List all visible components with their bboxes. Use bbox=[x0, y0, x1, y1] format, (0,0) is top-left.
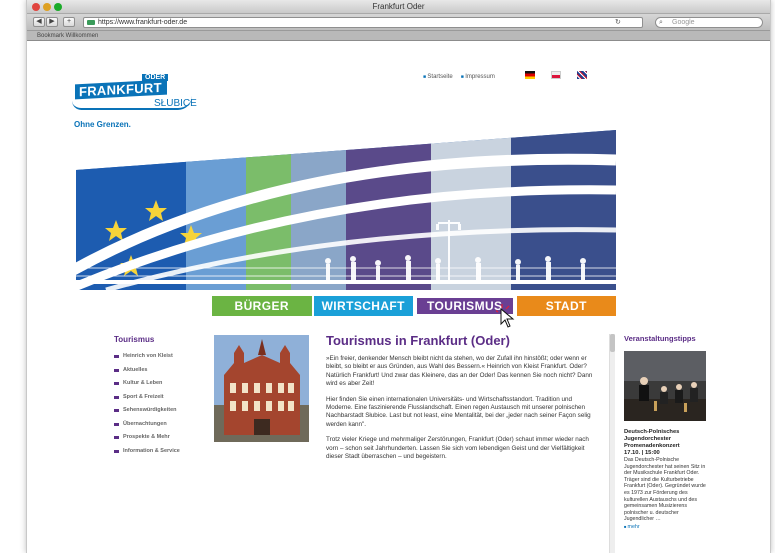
content-paragraph: Trotz vieler Kriege und mehrmaliger Zers… bbox=[326, 436, 589, 461]
polish-flag-icon[interactable] bbox=[551, 71, 561, 79]
sidebar-item-prospekte-mehr[interactable]: Prospekte & Mehr bbox=[114, 434, 224, 448]
browser-toolbar: ◀ ▶ + https://www.frankfurt-oder.de ↻ ⌕ … bbox=[27, 14, 770, 31]
bookmark-item[interactable]: Bookmark Willkommen bbox=[33, 32, 143, 41]
title-bar: Frankfurt Oder bbox=[27, 0, 770, 14]
web-page: ODER FRANKFURT SŁUBICE Ohne Grenzen. Sta… bbox=[27, 42, 770, 553]
search-icon: ⌕ bbox=[659, 19, 663, 26]
header-banner bbox=[76, 130, 616, 290]
reload-icon[interactable]: ↻ bbox=[615, 18, 621, 26]
top-links: Startseite Impressum bbox=[423, 74, 495, 80]
event-more-link[interactable]: mehr bbox=[624, 524, 706, 530]
address-bar[interactable]: https://www.frankfurt-oder.de bbox=[83, 17, 643, 28]
content-paragraph: »Ein freier, denkender Mensch bleibt nic… bbox=[326, 355, 593, 388]
sidebar-item-aktuelles[interactable]: Aktuelles bbox=[114, 367, 224, 381]
back-button[interactable]: ◀ bbox=[33, 17, 45, 27]
sidebar-item-information-service[interactable]: Information & Service bbox=[114, 448, 224, 462]
language-switcher bbox=[525, 71, 587, 79]
german-flag-icon[interactable] bbox=[525, 71, 535, 79]
banner-image bbox=[76, 130, 616, 290]
content-heading: Tourismus in Frankfurt (Oder) bbox=[326, 333, 510, 348]
search-field[interactable]: ⌕ Google bbox=[655, 17, 763, 28]
link-startseite[interactable]: Startseite bbox=[423, 74, 452, 80]
mouse-cursor-icon bbox=[496, 304, 515, 328]
plus-icon: + bbox=[66, 18, 72, 25]
window-title: Frankfurt Oder bbox=[372, 2, 425, 11]
events-title: Veranstaltungstipps bbox=[624, 334, 696, 343]
logo-slubice: SŁUBICE bbox=[154, 98, 197, 109]
bookmarks-bar: Bookmark Willkommen bbox=[27, 31, 770, 41]
url-text: https://www.frankfurt-oder.de bbox=[98, 19, 188, 26]
search-placeholder: Google bbox=[672, 19, 695, 26]
main-content: Tourismus in Frankfurt (Oder) »Ein freie… bbox=[326, 333, 599, 468]
browser-window: Frankfurt Oder ◀ ▶ + https://www.frankfu… bbox=[26, 0, 771, 553]
english-flag-icon[interactable] bbox=[577, 71, 587, 79]
site-icon bbox=[87, 20, 95, 25]
nav-stadt[interactable]: STADT bbox=[516, 296, 616, 316]
link-impressum[interactable]: Impressum bbox=[461, 74, 495, 80]
nav-buerger[interactable]: BÜRGER bbox=[212, 296, 312, 316]
sidebar-item-uebernachtungen[interactable]: Übernachtungen bbox=[114, 421, 224, 435]
town-hall-photo bbox=[214, 335, 309, 442]
content-scrollbar[interactable] bbox=[609, 334, 615, 553]
logo-tagline: Ohne Grenzen. bbox=[74, 120, 131, 129]
sidebar-item-kultur-leben[interactable]: Kultur & Leben bbox=[114, 380, 224, 394]
events-sidebar: Veranstaltungstipps Deutsch-Polnisches J… bbox=[624, 334, 706, 530]
sidebar-item-sehenswuerdigkeiten[interactable]: Sehenswürdigkeiten bbox=[114, 407, 224, 421]
event-title[interactable]: Deutsch-Polnisches Jugendorchester Prome… bbox=[624, 429, 706, 450]
sidebar-navigation: Tourismus Heinrich von Kleist Aktuelles … bbox=[114, 335, 224, 461]
sidebar-item-heinrich-von-kleist[interactable]: Heinrich von Kleist bbox=[114, 353, 224, 367]
event-description: Das Deutsch-Polnische Jugendorchester ha… bbox=[624, 457, 706, 523]
forward-button[interactable]: ▶ bbox=[46, 17, 58, 27]
content-paragraph: Hier finden Sie einen internationalen Un… bbox=[326, 395, 591, 428]
forward-arrow-icon: ▶ bbox=[49, 18, 55, 25]
main-navigation: BÜRGER WIRTSCHAFT TOURISMUS STADT bbox=[212, 296, 616, 316]
concert-photo bbox=[624, 351, 706, 421]
sidebar-item-sport-freizeit[interactable]: Sport & Freizeit bbox=[114, 394, 224, 408]
nav-wirtschaft[interactable]: WIRTSCHAFT bbox=[313, 296, 413, 316]
back-arrow-icon: ◀ bbox=[36, 18, 42, 25]
event-date: 17.10. | 15:00 bbox=[624, 450, 660, 456]
sidebar-title: Tourismus bbox=[114, 335, 155, 344]
add-bookmark-button[interactable]: + bbox=[63, 17, 75, 27]
scrollbar-thumb[interactable] bbox=[610, 334, 615, 352]
